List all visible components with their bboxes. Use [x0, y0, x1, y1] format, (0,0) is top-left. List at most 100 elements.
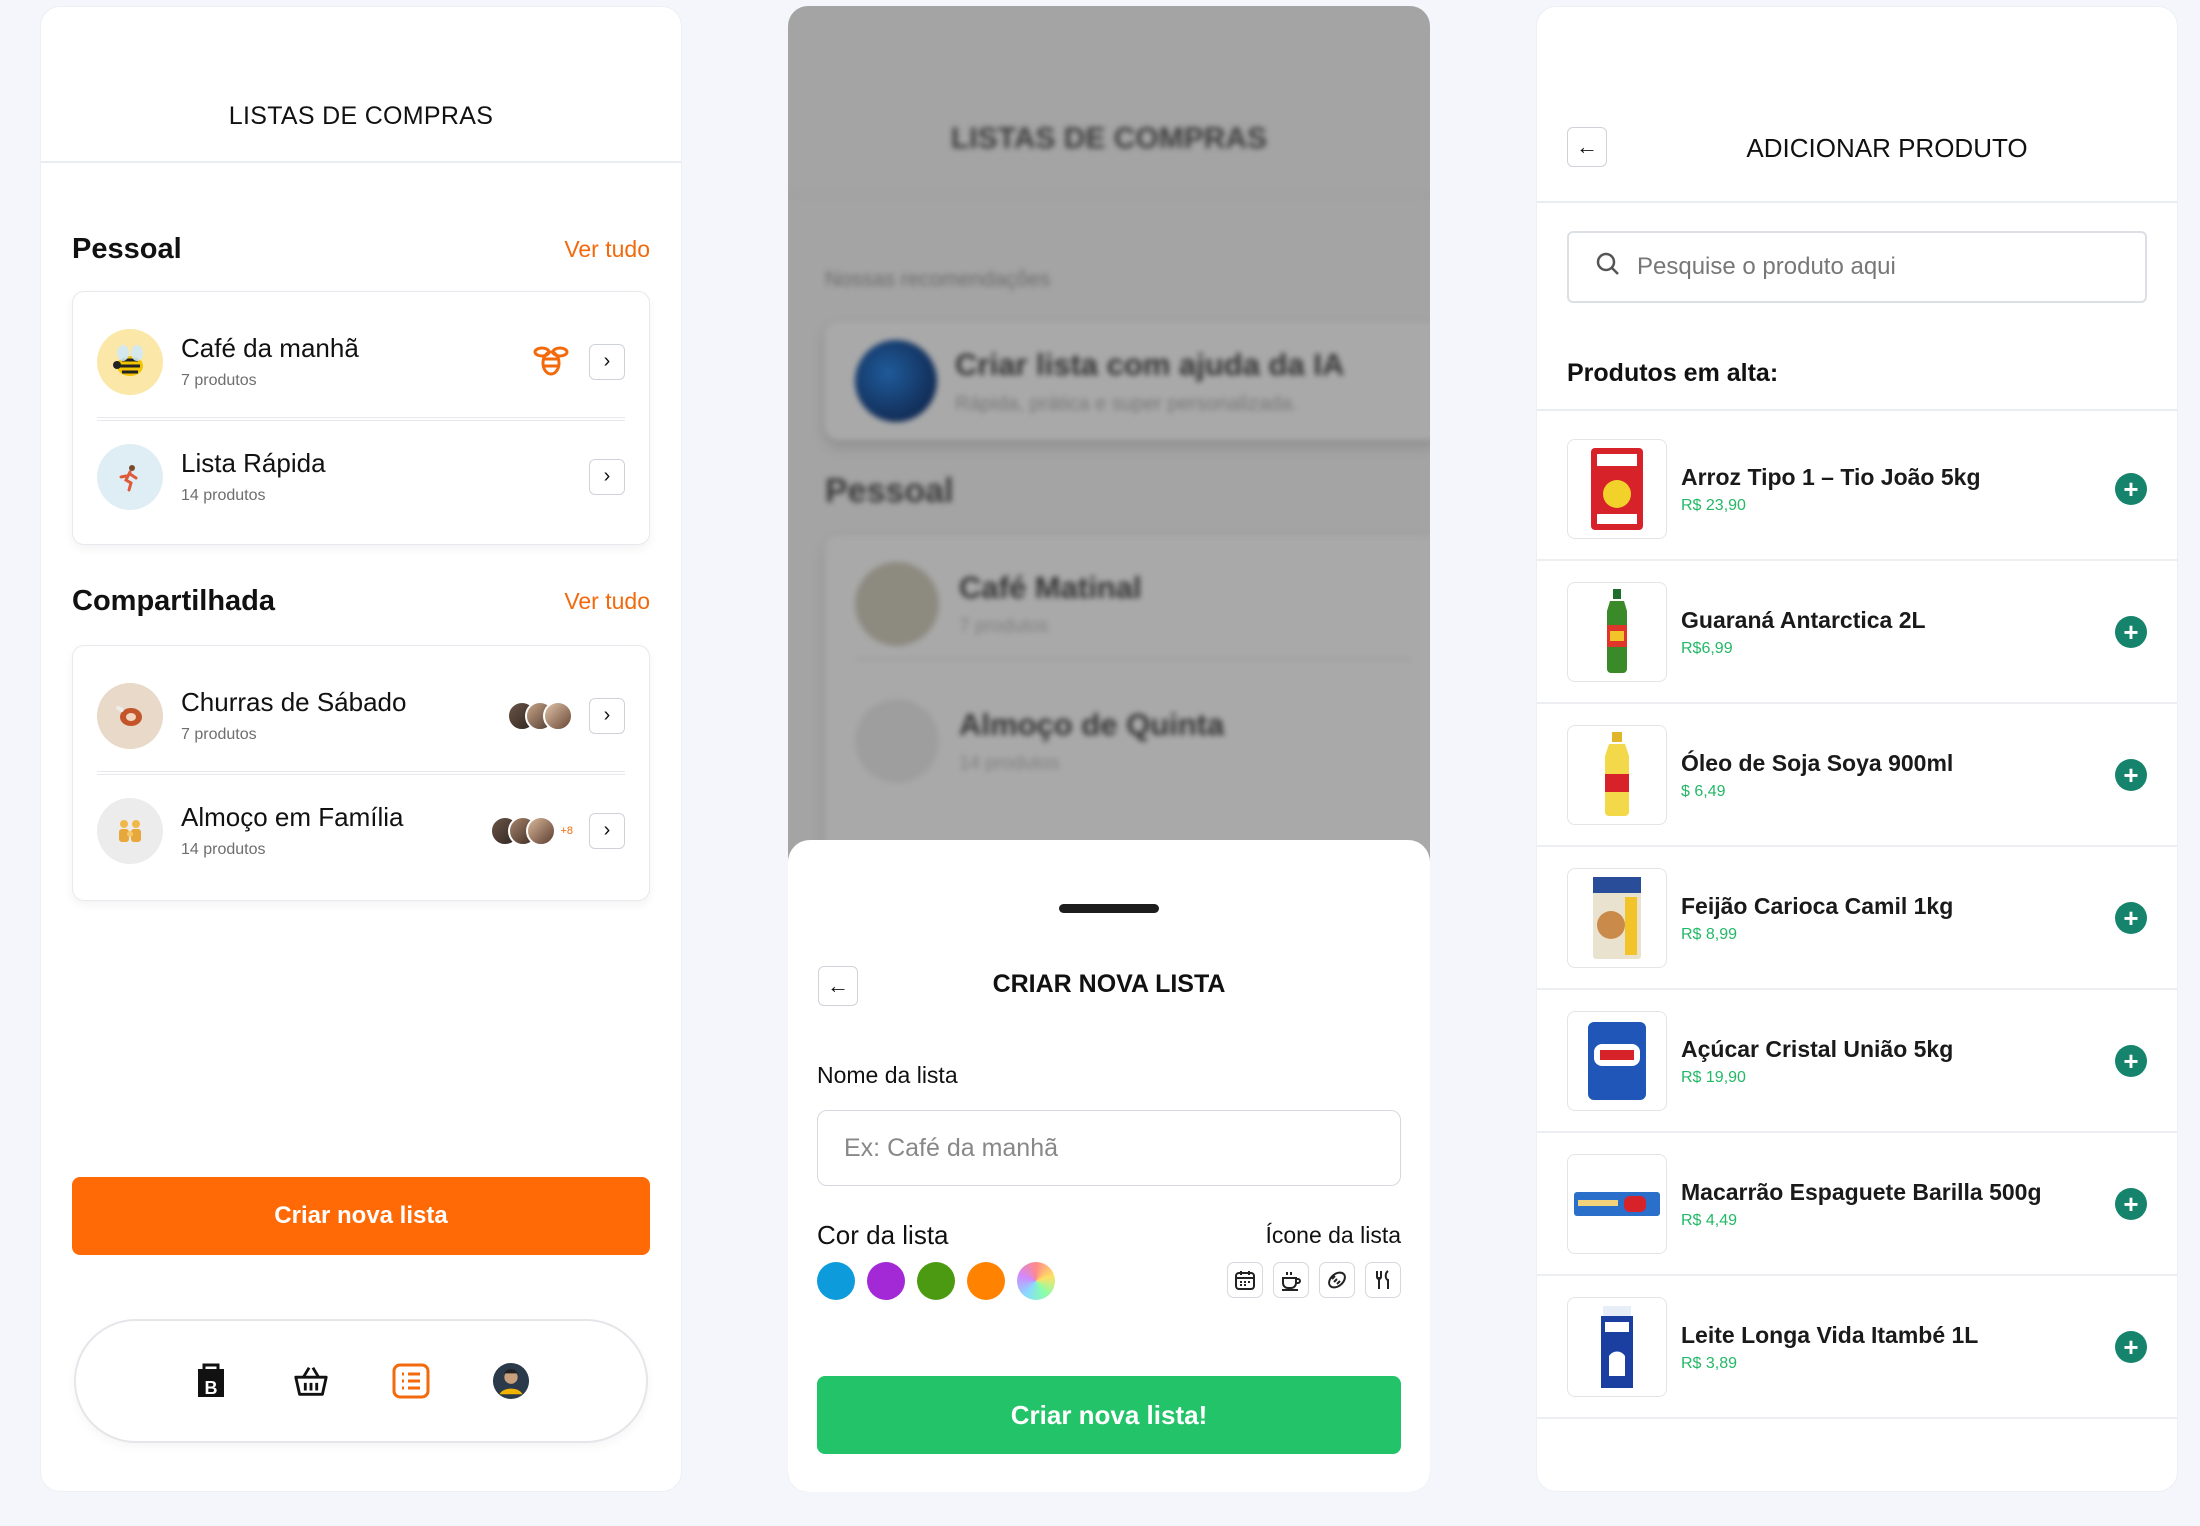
product-image-beans — [1567, 867, 1667, 968]
create-list-button[interactable]: Criar nova lista — [72, 1177, 650, 1255]
color-swatch-orange[interactable] — [967, 1262, 1005, 1300]
personal-lists-card: Café da manhã 7 produtos › Lista Rápida … — [72, 291, 650, 545]
create-list-sheet: CRIAR NOVA LISTA ← Nome da lista Ex: Caf… — [788, 840, 1430, 1492]
color-swatch-green[interactable] — [917, 1262, 955, 1300]
list-item: Café Matinal 7 produtos — [855, 550, 1410, 660]
runner-icon — [97, 443, 163, 510]
chevron-right-icon[interactable]: › — [589, 812, 625, 849]
list-item[interactable]: Lista Rápida 14 produtos › — [97, 420, 625, 532]
basket-icon[interactable] — [292, 1360, 330, 1402]
chevron-right-icon[interactable]: › — [589, 343, 625, 380]
product-row[interactable]: Arroz Tipo 1 – Tio João 5kg R$ 23,90 + — [1537, 418, 2177, 561]
bee-badge-icon — [531, 339, 571, 384]
coffee-icon[interactable] — [1273, 1262, 1309, 1298]
product-image-oil — [1567, 724, 1667, 825]
list-icon[interactable] — [392, 1360, 430, 1402]
profile-avatar[interactable] — [492, 1360, 530, 1402]
product-price: R$6,99 — [1681, 639, 1733, 657]
product-name: Óleo de Soja Soya 900ml — [1681, 749, 1954, 776]
more-members-count: +8 — [560, 824, 573, 837]
product-price: R$ 8,99 — [1681, 925, 1738, 943]
list-item[interactable]: Churras de Sábado 7 produtos › — [97, 660, 625, 772]
section-title: Pessoal — [72, 233, 182, 265]
color-swatch-purple[interactable] — [867, 1262, 905, 1300]
add-product-button[interactable]: + — [2115, 1330, 2147, 1363]
product-name: Leite Longa Vida Itambé 1L — [1681, 1321, 1979, 1348]
product-row[interactable]: Feijão Carioca Camil 1kg R$ 8,99 + — [1537, 847, 2177, 990]
bread-icon[interactable] — [1319, 1262, 1355, 1298]
shop-bag-icon[interactable]: B — [192, 1360, 230, 1402]
list-item: Almoço de Quinta 14 produtos — [855, 686, 1410, 796]
sheet-grab-handle[interactable] — [1059, 904, 1159, 913]
ai-card-subtitle: Rápida, prática e super personalizada. — [955, 392, 1298, 415]
bottom-navigation: B — [74, 1319, 648, 1443]
personal-section-header: Pessoal Ver tudo — [72, 233, 650, 266]
cutlery-icon[interactable] — [1365, 1262, 1401, 1298]
product-image-pasta — [1567, 1153, 1667, 1254]
product-image-guarana — [1567, 581, 1667, 682]
list-name: Café Matinal — [959, 570, 1142, 605]
ai-list-card: Criar lista com ajuda da IA Rápida, prát… — [825, 322, 1430, 440]
product-price: R$ 19,90 — [1681, 1068, 1746, 1086]
list-name-input[interactable]: Ex: Café da manhã — [817, 1110, 1401, 1186]
list-name: Café da manhã — [181, 333, 359, 363]
color-swatch-custom[interactable] — [1017, 1262, 1055, 1300]
add-product-button[interactable]: + — [2115, 758, 2147, 791]
chevron-right-icon[interactable]: › — [589, 697, 625, 734]
coffee-avatar-icon — [855, 562, 939, 646]
screen-header: LISTAS DE COMPRAS — [41, 7, 681, 163]
see-all-personal-link[interactable]: Ver tudo — [564, 236, 650, 263]
list-name: Almoço de Quinta — [959, 707, 1225, 742]
ai-orb-icon — [855, 340, 937, 422]
meat-icon — [97, 682, 163, 749]
list-count: 14 produtos — [181, 841, 266, 858]
list-name: Almoço em Família — [181, 802, 404, 832]
section-title: Compartilhada — [72, 585, 276, 617]
icon-options — [1227, 1262, 1401, 1298]
background-lists-card: Café Matinal 7 produtos Almoço de Quinta… — [825, 536, 1430, 856]
list-icon-label: Ícone da lista — [1265, 1222, 1401, 1248]
chevron-right-icon[interactable]: › — [589, 458, 625, 495]
product-row[interactable]: Óleo de Soja Soya 900ml $ 6,49 + — [1537, 704, 2177, 847]
add-product-button[interactable]: + — [2115, 1187, 2147, 1220]
list-count: 14 produtos — [181, 487, 266, 504]
see-all-shared-link[interactable]: Ver tudo — [564, 588, 650, 615]
shopping-lists-screen: LISTAS DE COMPRAS Pessoal Ver tudo Café … — [40, 6, 682, 1492]
screen-header: ← ADICIONAR PRODUTO — [1537, 7, 2177, 203]
list-color-label: Cor da lista — [817, 1220, 949, 1250]
trending-title: Produtos em alta: — [1567, 359, 1779, 387]
calendar-icon[interactable] — [1227, 1262, 1263, 1298]
cutlery-avatar-icon — [855, 699, 939, 783]
page-title: LISTAS DE COMPRAS — [228, 102, 494, 130]
product-price: $ 6,49 — [1681, 782, 1726, 800]
add-product-button[interactable]: + — [2115, 901, 2147, 934]
ai-card-title: Criar lista com ajuda da IA — [955, 346, 1345, 382]
add-product-button[interactable]: + — [2115, 472, 2147, 505]
shared-members-avatars: +8 — [490, 815, 573, 846]
back-arrow-icon[interactable]: ← — [818, 966, 858, 1006]
product-price: R$ 4,49 — [1681, 1211, 1738, 1229]
add-product-button[interactable]: + — [2115, 1044, 2147, 1077]
product-search-input[interactable]: Pesquise o produto aqui — [1567, 231, 2147, 303]
product-price: R$ 3,89 — [1681, 1354, 1738, 1372]
product-row[interactable]: Macarrão Espaguete Barilla 500g R$ 4,49 … — [1537, 1133, 2177, 1276]
product-row[interactable]: Leite Longa Vida Itambé 1L R$ 3,89 + — [1537, 1276, 2177, 1419]
product-image-milk — [1567, 1296, 1667, 1397]
shared-members-avatars — [507, 700, 573, 731]
list-item[interactable]: Almoço em Família 14 produtos +8 › — [97, 774, 625, 886]
color-swatch-blue[interactable] — [817, 1262, 855, 1300]
product-price: R$ 23,90 — [1681, 496, 1746, 514]
create-list-submit-button[interactable]: Criar nova lista! — [817, 1376, 1401, 1454]
divider — [1537, 409, 2177, 411]
product-row[interactable]: Açúcar Cristal União 5kg R$ 19,90 + — [1537, 990, 2177, 1133]
list-count: 14 produtos — [959, 753, 1060, 774]
screen-header: LISTAS DE COMPRAS — [788, 6, 1430, 196]
add-product-button[interactable]: + — [2115, 615, 2147, 648]
member-avatar — [543, 700, 573, 731]
product-row[interactable]: Guaraná Antarctica 2L R$6,99 + — [1537, 561, 2177, 704]
list-item[interactable]: Café da manhã 7 produtos › — [97, 306, 625, 418]
shared-lists-card: Churras de Sábado 7 produtos › Almoço em… — [72, 645, 650, 901]
recommendations-label: Nossas recomendações — [825, 268, 1051, 291]
section-title: Pessoal — [825, 472, 954, 510]
list-name-label: Nome da lista — [817, 1062, 958, 1088]
